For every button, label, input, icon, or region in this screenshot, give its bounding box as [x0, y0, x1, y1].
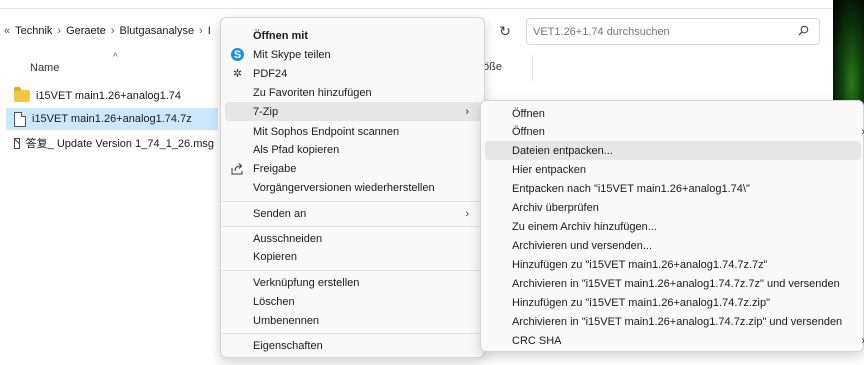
menu-item-share-skype[interactable]: S Mit Skype teilen: [225, 45, 481, 64]
column-divider[interactable]: [532, 55, 533, 81]
menu-item-label: Verknüpfung erstellen: [253, 276, 360, 289]
submenu-item-label: Hinzufügen zu "i15VET main1.26+analog1.7…: [512, 296, 771, 309]
file-name: 答复_ Update Version 1_74_1_26.msg: [25, 138, 214, 150]
submenu-item-compress-zip-email[interactable]: Archivieren in "i15VET main1.26+analog1.…: [485, 312, 861, 331]
submenu-item-compress-7z-email[interactable]: Archivieren in "i15VET main1.26+analog1.…: [485, 274, 861, 293]
menu-item-label: Öffnen mit: [253, 29, 308, 42]
column-header-size[interactable]: öße: [483, 61, 502, 73]
file-row[interactable]: i15VET main1.26+analog1.74: [14, 85, 214, 107]
submenu-item-label: Archivieren in "i15VET main1.26+analog1.…: [512, 315, 843, 328]
submenu-item-label: Öffnen: [512, 107, 545, 120]
submenu-item-test-archive[interactable]: Archiv überprüfen: [485, 198, 861, 217]
7zip-submenu: Öffnen Öffnen › Dateien entpacken... Hie…: [480, 100, 864, 352]
menu-separator: [222, 270, 485, 271]
breadcrumb-item-blutgasanalyse[interactable]: Blutgasanalyse: [120, 25, 195, 37]
sort-up-icon: ^: [113, 52, 118, 63]
file-icon: [14, 111, 26, 127]
submenu-item-open-more[interactable]: Öffnen ›: [485, 122, 864, 141]
search-icon[interactable]: [798, 25, 809, 36]
menu-separator: [222, 201, 485, 202]
menu-item-label: Freigabe: [253, 162, 297, 175]
file-row[interactable]: 答复_ Update Version 1_74_1_26.msg: [14, 132, 214, 154]
menu-item-label: Kopieren: [253, 250, 298, 263]
column-header-name[interactable]: Name: [30, 62, 59, 74]
menu-item-send-to[interactable]: Senden an ›: [225, 204, 481, 223]
submenu-item-extract-files[interactable]: Dateien entpacken...: [485, 141, 861, 160]
context-menu: Öffnen mit S Mit Skype teilen ✲ PDF24 Zu…: [220, 17, 485, 358]
submenu-item-crc-sha[interactable]: CRC SHA ›: [485, 331, 864, 350]
submenu-item-extract-here[interactable]: Hier entpacken: [485, 160, 861, 179]
submenu-item-add-to-zip[interactable]: Hinzufügen zu "i15VET main1.26+analog1.7…: [485, 293, 861, 312]
chevron-right-icon[interactable]: ›: [111, 25, 115, 37]
menu-item-delete[interactable]: Löschen: [225, 292, 481, 311]
menu-item-create-shortcut[interactable]: Verknüpfung erstellen: [225, 273, 481, 292]
menu-item-cut[interactable]: Ausschneiden: [225, 229, 481, 248]
menu-item-label: Mit Sophos Endpoint scannen: [253, 125, 400, 138]
breadcrumb: « Technik › Geraete › Blutgasanalyse › I: [4, 17, 211, 45]
submenu-item-label: Öffnen: [512, 125, 545, 138]
search-input[interactable]: [533, 25, 783, 38]
menu-item-label: Senden an: [253, 207, 307, 220]
submenu-item-open[interactable]: Öffnen: [485, 104, 861, 123]
breadcrumb-item-geraete[interactable]: Geraete: [66, 25, 106, 37]
share-icon: [231, 162, 244, 175]
chevron-right-icon[interactable]: ›: [57, 25, 61, 37]
menu-item-label: 7-Zip: [253, 105, 279, 118]
skype-icon: S: [231, 48, 244, 61]
menu-item-7zip[interactable]: 7-Zip ›: [225, 102, 481, 121]
menu-item-pdf24[interactable]: ✲ PDF24: [225, 64, 481, 83]
submenu-item-label: Archivieren in "i15VET main1.26+analog1.…: [512, 277, 840, 290]
menu-item-restore-versions[interactable]: Vorgängerversionen wiederherstellen: [225, 178, 481, 197]
refresh-button[interactable]: ↻: [490, 19, 520, 43]
submenu-item-compress-email[interactable]: Archivieren und versenden...: [485, 236, 861, 255]
submenu-item-label: Dateien entpacken...: [512, 144, 613, 157]
submenu-item-label: Hinzufügen zu "i15VET main1.26+analog1.7…: [512, 258, 768, 271]
top-divider: [0, 8, 860, 9]
submenu-item-label: Zu einem Archiv hinzufügen...: [512, 220, 657, 233]
menu-item-add-favorites[interactable]: Zu Favoriten hinzufügen: [225, 83, 481, 102]
file-name: i15VET main1.26+analog1.74: [36, 90, 182, 102]
submenu-item-extract-to-folder[interactable]: Entpacken nach "i15VET main1.26+analog1.…: [485, 179, 861, 198]
menu-item-label: Löschen: [253, 295, 295, 308]
chevron-right-icon: ›: [465, 207, 469, 220]
chevron-right-icon[interactable]: ›: [199, 25, 203, 37]
menu-item-sophos-scan[interactable]: Mit Sophos Endpoint scannen: [225, 122, 481, 141]
menu-separator: [222, 226, 485, 227]
menu-item-copy[interactable]: Kopieren: [225, 247, 481, 266]
menu-item-label: Eigenschaften: [253, 339, 323, 352]
menu-separator: [222, 333, 485, 334]
search-box[interactable]: [526, 18, 820, 45]
pdf24-icon: ✲: [232, 68, 243, 80]
submenu-item-label: Archivieren und versenden...: [512, 239, 653, 252]
file-row-selected[interactable]: i15VET main1.26+analog1.74.7z: [6, 108, 218, 130]
submenu-item-add-to-7z[interactable]: Hinzufügen zu "i15VET main1.26+analog1.7…: [485, 255, 861, 274]
submenu-item-label: Entpacken nach "i15VET main1.26+analog1.…: [512, 182, 750, 195]
menu-item-share[interactable]: Freigabe: [225, 159, 481, 178]
submenu-item-label: CRC SHA: [512, 334, 562, 347]
submenu-item-label: Hier entpacken: [512, 163, 586, 176]
menu-item-label: Mit Skype teilen: [253, 48, 331, 61]
menu-item-copy-path[interactable]: Als Pfad kopieren: [225, 140, 481, 159]
menu-item-properties[interactable]: Eigenschaften: [225, 336, 481, 355]
file-name: i15VET main1.26+analog1.74.7z: [32, 113, 192, 125]
chevron-right-icon: ›: [465, 105, 469, 118]
folder-icon: [14, 87, 30, 102]
menu-item-label: Ausschneiden: [253, 232, 323, 245]
breadcrumb-overflow[interactable]: «: [4, 25, 10, 37]
breadcrumb-item-technik[interactable]: Technik: [15, 25, 52, 37]
menu-item-label: Vorgängerversionen wiederherstellen: [253, 181, 435, 194]
submenu-item-label: Archiv überprüfen: [512, 201, 599, 214]
submenu-item-add-to-archive[interactable]: Zu einem Archiv hinzufügen...: [485, 217, 861, 236]
menu-item-label: Zu Favoriten hinzufügen: [253, 86, 372, 99]
menu-item-rename[interactable]: Umbenennen: [225, 311, 481, 330]
menu-item-label: PDF24: [253, 67, 288, 80]
menu-item-label: Als Pfad kopieren: [253, 143, 340, 156]
menu-item-open-with[interactable]: Öffnen mit: [225, 26, 481, 45]
breadcrumb-item-partial[interactable]: I: [208, 25, 211, 37]
refresh-icon: ↻: [499, 22, 511, 39]
menu-item-label: Umbenennen: [253, 314, 320, 327]
mail-icon: [14, 137, 20, 149]
